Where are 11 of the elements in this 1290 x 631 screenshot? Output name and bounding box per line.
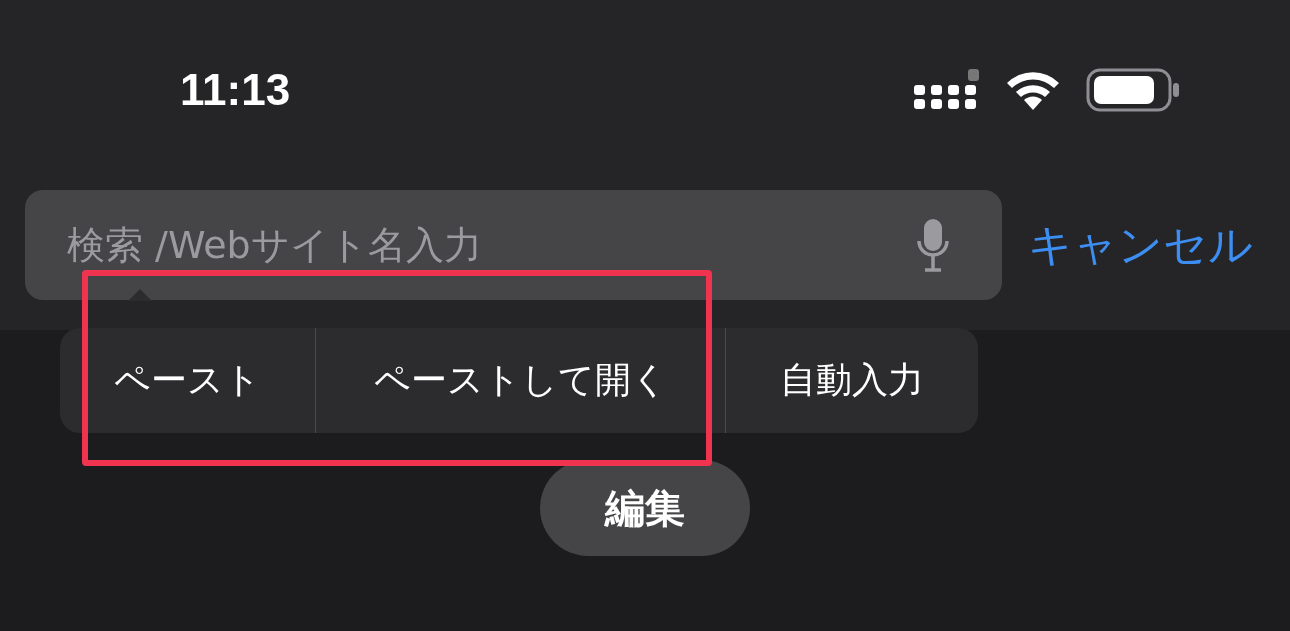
menu-item[interactable]: ペースト [60,328,315,433]
signal-icon [914,69,980,111]
menu-pointer [128,289,152,301]
menu-item[interactable]: 自動入力 [725,328,978,433]
cancel-button[interactable]: キャンセル [1028,215,1253,275]
menu-item[interactable]: ペーストして開く [315,328,725,433]
edit-button[interactable]: 編集 [540,460,750,556]
microphone-icon[interactable] [916,217,950,273]
status-time: 11:13 [180,65,291,115]
search-field[interactable]: 検索 /Webサイト名入力 [25,190,1002,300]
battery-icon [1086,68,1180,112]
